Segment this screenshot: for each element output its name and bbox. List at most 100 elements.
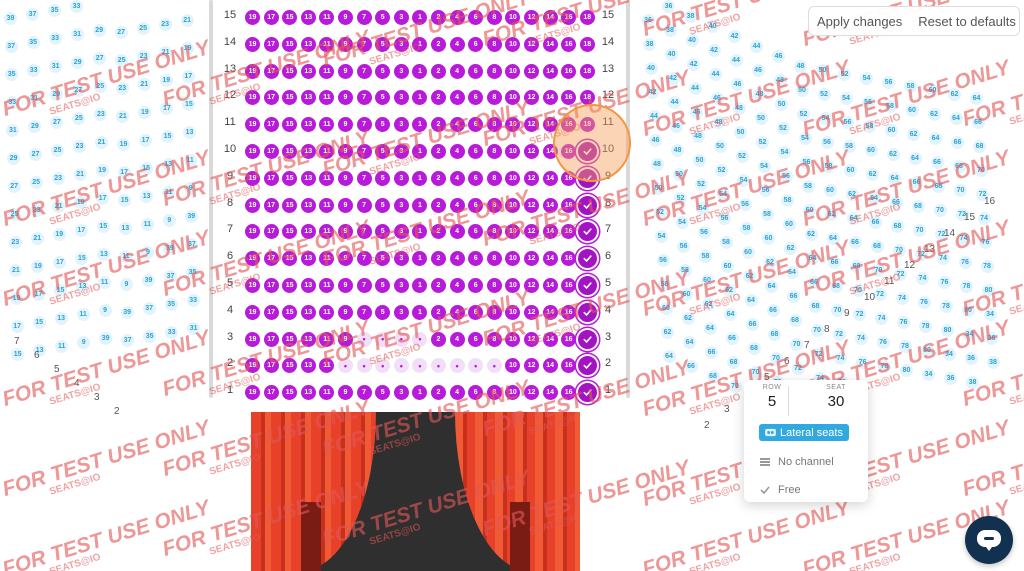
seat[interactable]: 2 — [431, 224, 446, 240]
seat[interactable]: 10 — [505, 278, 521, 293]
lateral-seat[interactable]: 58 — [719, 236, 733, 249]
booked-seat[interactable]: • — [486, 358, 502, 374]
lateral-seat[interactable]: 54 — [675, 216, 689, 229]
seat[interactable]: 7 — [356, 170, 372, 186]
seat[interactable]: 7 — [356, 63, 372, 79]
seat[interactable]: 2 — [431, 117, 446, 133]
lateral-seat[interactable]: 46 — [751, 64, 765, 77]
lateral-seat[interactable]: 11 — [162, 186, 176, 199]
seat[interactable]: 6 — [468, 251, 484, 267]
lateral-seat[interactable]: 50 — [795, 84, 809, 97]
lateral-seat[interactable]: 66 — [705, 346, 718, 359]
lateral-seat[interactable]: 64 — [724, 308, 737, 321]
seat[interactable]: 19 — [245, 90, 260, 106]
seat[interactable]: 1 — [412, 117, 428, 133]
lateral-seat[interactable]: 34 — [963, 328, 976, 341]
lateral-seat[interactable]: 78 — [878, 360, 891, 373]
lateral-seat[interactable]: 70 — [954, 184, 967, 197]
lateral-seat[interactable]: 15 — [96, 220, 110, 233]
seat[interactable]: 2 — [431, 170, 446, 186]
lateral-seat[interactable]: 27 — [50, 116, 64, 129]
lateral-seat[interactable]: 70 — [974, 164, 988, 177]
lateral-seat[interactable]: 50 — [754, 112, 768, 125]
lateral-seat[interactable]: 54 — [655, 230, 668, 243]
lateral-seat[interactable]: 56 — [677, 240, 690, 253]
lateral-seat[interactable]: 66 — [930, 156, 944, 169]
seat[interactable]: 9 — [338, 10, 353, 25]
seat[interactable]: 5 — [375, 385, 391, 401]
seat[interactable]: 3 — [393, 36, 409, 52]
seat[interactable]: 5 — [375, 10, 391, 25]
seat[interactable]: 14 — [542, 144, 558, 159]
seat[interactable]: 13 — [300, 278, 316, 293]
seat[interactable]: 5 — [375, 117, 391, 133]
seat[interactable]: 9 — [338, 278, 353, 293]
lateral-seat[interactable]: 27 — [7, 180, 21, 193]
lateral-seat[interactable]: 35 — [5, 68, 19, 81]
lateral-seat[interactable]: 56 — [759, 184, 772, 197]
seat[interactable]: 7 — [356, 197, 372, 213]
seat[interactable]: 4 — [449, 144, 465, 159]
lateral-seat[interactable]: 80 — [982, 284, 995, 297]
lateral-seat[interactable]: 25 — [136, 22, 150, 35]
lateral-seat[interactable]: 11 — [76, 308, 90, 321]
booked-seat[interactable]: • — [468, 358, 484, 374]
lateral-seat[interactable]: 23 — [30, 204, 44, 217]
lateral-seat[interactable]: 15 — [32, 316, 46, 329]
lateral-seat[interactable]: 48 — [753, 88, 766, 101]
seat[interactable]: 12 — [524, 278, 539, 293]
lateral-seat[interactable]: 80 — [900, 364, 913, 377]
seat[interactable]: 8 — [486, 117, 502, 133]
seat[interactable]: 15 — [282, 170, 298, 186]
seat[interactable]: 19 — [245, 331, 260, 347]
lateral-seat[interactable]: 58 — [760, 208, 774, 221]
lateral-seat[interactable]: 66 — [971, 116, 985, 129]
lateral-seat[interactable]: 35 — [26, 36, 40, 49]
lateral-seat[interactable]: 72 — [832, 328, 846, 341]
seat[interactable]: 14 — [542, 304, 558, 320]
lateral-seat[interactable]: 34 — [922, 368, 935, 381]
lateral-seat[interactable]: 64 — [806, 252, 819, 265]
seat[interactable]: 7 — [356, 36, 372, 52]
lateral-seat[interactable]: 37 — [164, 270, 177, 283]
lateral-seat[interactable]: 62 — [681, 312, 695, 325]
lateral-seat[interactable]: 38 — [684, 10, 697, 23]
lateral-seat[interactable]: 40 — [706, 20, 719, 33]
lateral-seat[interactable]: 39 — [120, 306, 134, 319]
lateral-seat[interactable]: 19 — [52, 228, 66, 241]
seat[interactable]: 6 — [468, 197, 484, 213]
booked-seat[interactable]: • — [356, 331, 372, 347]
lateral-seat[interactable]: 76 — [979, 236, 992, 249]
lateral-seat[interactable]: 46 — [710, 92, 724, 105]
seat[interactable]: 1 — [412, 385, 428, 401]
seat[interactable]: 10 — [505, 10, 521, 25]
seat[interactable]: 15 — [282, 36, 298, 52]
seat[interactable]: 1 — [412, 144, 428, 159]
booked-seat[interactable]: • — [412, 331, 428, 347]
lateral-seat[interactable]: 74 — [916, 272, 929, 285]
lateral-seat[interactable]: 34 — [942, 348, 956, 361]
lateral-seat[interactable]: 39 — [184, 210, 198, 223]
selected-seat[interactable] — [575, 274, 599, 297]
booked-seat[interactable]: • — [393, 331, 409, 347]
seat[interactable]: 16 — [561, 10, 577, 25]
lateral-seat[interactable]: 60 — [762, 232, 775, 245]
lateral-seat[interactable]: 15 — [75, 252, 89, 265]
lateral-seat[interactable]: 78 — [960, 280, 973, 293]
lateral-seat[interactable]: 19 — [74, 196, 88, 209]
lateral-seat[interactable]: 58 — [863, 120, 876, 133]
seat[interactable]: 13 — [300, 304, 316, 320]
lateral-seat[interactable]: 54 — [839, 92, 853, 105]
lateral-seat[interactable]: 66 — [848, 236, 862, 249]
lateral-seat[interactable]: 52 — [797, 108, 810, 121]
seat[interactable]: 5 — [375, 36, 391, 52]
seat[interactable]: 11 — [319, 251, 335, 267]
booked-seat[interactable]: • — [375, 331, 391, 347]
lateral-seat[interactable]: 31 — [6, 124, 20, 137]
seat[interactable]: 8 — [486, 144, 502, 159]
seat[interactable]: 11 — [319, 63, 335, 79]
right-lateral-section[interactable]: 36 38 40 42 44 46 48 50 52 54 56 58 60 62 64 36 38 40 42 44… — [632, 0, 1024, 440]
seat[interactable]: 9 — [338, 36, 353, 52]
lateral-seat[interactable]: 56 — [861, 96, 875, 109]
seat[interactable]: 15 — [282, 278, 298, 293]
